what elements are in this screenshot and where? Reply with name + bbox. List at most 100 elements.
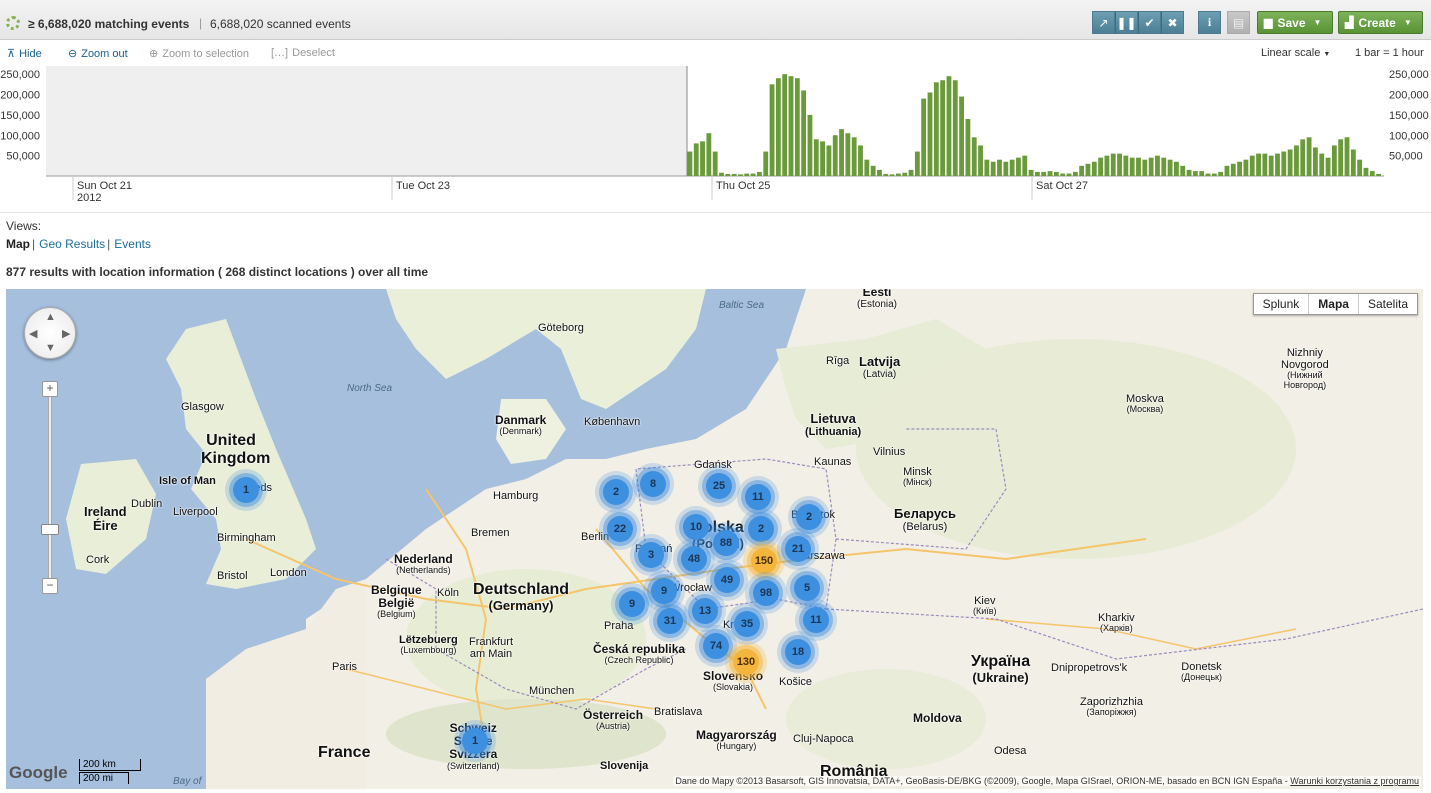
timeline-bar[interactable] xyxy=(750,173,756,176)
pan-down-icon[interactable]: ▼ xyxy=(45,342,56,354)
timeline-bar[interactable] xyxy=(744,173,750,176)
timeline-bar[interactable] xyxy=(820,141,825,176)
pan-right-icon[interactable]: ▶ xyxy=(62,327,70,340)
map-cluster[interactable]: 48 xyxy=(681,546,707,572)
timeline-bar[interactable] xyxy=(1009,159,1015,176)
map-cluster[interactable]: 8 xyxy=(640,471,666,497)
timeline-bar[interactable] xyxy=(927,92,933,176)
timeline-bar[interactable] xyxy=(1098,157,1103,176)
map-cluster[interactable]: 1 xyxy=(462,728,488,754)
timeline-bar[interactable] xyxy=(807,114,813,176)
map-cluster[interactable]: 25 xyxy=(706,473,732,499)
timeline-bar[interactable] xyxy=(1041,171,1047,176)
timeline-bar[interactable] xyxy=(1053,171,1059,176)
timeline-bar[interactable] xyxy=(1091,161,1097,176)
map-cluster[interactable]: 31 xyxy=(657,608,683,634)
map-cluster[interactable]: 11 xyxy=(745,484,771,510)
zoom-out-button[interactable]: − xyxy=(42,578,58,594)
timeline-bar[interactable] xyxy=(775,78,781,176)
timeline-bar[interactable] xyxy=(813,139,819,176)
cancel-button[interactable]: ✖ xyxy=(1161,11,1184,34)
timeline-bar[interactable] xyxy=(1287,149,1293,176)
timeline-bar[interactable] xyxy=(908,169,914,176)
timeline-bar[interactable] xyxy=(902,172,908,176)
map-cluster[interactable]: 130 xyxy=(733,649,759,675)
job-inspector-button[interactable]: i xyxy=(1198,11,1221,34)
timeline-bar[interactable] xyxy=(1237,161,1242,176)
deselect-link[interactable]: […] Deselect xyxy=(271,47,335,59)
timeline-bar[interactable] xyxy=(782,74,788,176)
timeline-chart[interactable]: 250,000 200,000 150,000 100,000 50,000 250,0… xyxy=(0,66,1431,206)
timeline-bar[interactable] xyxy=(971,137,977,176)
timeline-bar[interactable] xyxy=(725,173,731,176)
timeline-bar[interactable] xyxy=(1350,149,1356,176)
map-cluster[interactable]: 98 xyxy=(753,580,779,606)
timeline-bar[interactable] xyxy=(788,76,794,176)
map-type-satelita[interactable]: Satelita xyxy=(1357,294,1417,314)
timeline-bar[interactable] xyxy=(700,141,705,176)
map-cluster[interactable]: 88 xyxy=(713,530,739,556)
timeline-bar[interactable] xyxy=(883,173,889,176)
timeline-bar[interactable] xyxy=(952,80,958,176)
timeline-bar[interactable] xyxy=(1313,147,1318,176)
timeline-bar[interactable] xyxy=(1376,173,1381,176)
map-type-mapa[interactable]: Mapa xyxy=(1308,294,1358,314)
map-cluster[interactable]: 2 xyxy=(748,516,774,542)
map-cluster[interactable]: 9 xyxy=(619,591,645,617)
timeline-bar[interactable] xyxy=(1072,171,1078,176)
timeline-bar[interactable] xyxy=(1167,159,1173,176)
create-button[interactable]: ▟ Create ▼ xyxy=(1338,11,1423,34)
timeline-bar[interactable] xyxy=(839,129,844,176)
view-events-tab[interactable]: Events xyxy=(114,237,151,251)
map-cluster[interactable]: 10 xyxy=(683,514,709,540)
timeline-bar[interactable] xyxy=(1110,153,1116,176)
timeline-bar[interactable] xyxy=(757,171,762,176)
pause-button[interactable]: ❚❚ xyxy=(1115,11,1138,34)
timeline-bar[interactable] xyxy=(1155,155,1160,176)
timeline-bar[interactable] xyxy=(978,145,983,176)
timeline-bar[interactable] xyxy=(1300,139,1306,176)
map-cluster[interactable]: 21 xyxy=(785,536,811,562)
timeline-bar[interactable] xyxy=(946,76,952,176)
map-cluster[interactable]: 49 xyxy=(714,567,740,593)
timeline-bar[interactable] xyxy=(826,145,832,176)
map-cluster[interactable]: 18 xyxy=(785,639,811,665)
timeline-bar[interactable] xyxy=(1275,153,1280,176)
timeline-bar[interactable] xyxy=(1180,165,1186,176)
timeline-bar[interactable] xyxy=(1211,173,1217,176)
map-cluster[interactable]: 2 xyxy=(603,479,629,505)
timeline-bar[interactable] xyxy=(1331,145,1337,176)
map-canvas[interactable]: Splunk Mapa Satelita ▲ ▼ ◀ ▶ + − North S… xyxy=(6,289,1423,789)
timeline-bar[interactable] xyxy=(1028,169,1034,176)
map-cluster[interactable]: 22 xyxy=(607,516,633,542)
pan-up-icon[interactable]: ▲ xyxy=(45,311,56,323)
map-cluster[interactable]: 9 xyxy=(651,578,677,604)
timeline-bar[interactable] xyxy=(940,80,946,176)
view-map-tab[interactable]: Map xyxy=(6,237,30,251)
timeline-bar[interactable] xyxy=(1281,151,1287,176)
timeline-bar[interactable] xyxy=(687,151,693,176)
timeline-bar[interactable] xyxy=(921,98,927,176)
timeline-bar[interactable] xyxy=(864,159,870,176)
timeline-bar[interactable] xyxy=(1344,137,1350,176)
timeline-bar[interactable] xyxy=(1186,169,1192,176)
timeline-bar[interactable] xyxy=(1243,159,1249,176)
timeline-bar[interactable] xyxy=(1205,173,1211,176)
timeline-bar[interactable] xyxy=(1079,165,1085,176)
timeline-bar[interactable] xyxy=(1174,161,1179,176)
timeline-bar[interactable] xyxy=(1016,157,1021,176)
timeline-bar[interactable] xyxy=(1003,161,1009,176)
timeline-bar[interactable] xyxy=(1306,137,1312,176)
timeline-bar[interactable] xyxy=(832,135,838,176)
timeline-bar[interactable] xyxy=(693,143,699,176)
timeline-bar[interactable] xyxy=(1218,171,1224,176)
terms-link[interactable]: Warunki korzystania z programu xyxy=(1290,776,1419,786)
map-cluster[interactable]: 150 xyxy=(751,548,777,574)
timeline-bar[interactable] xyxy=(1047,171,1053,176)
timeline-bar[interactable] xyxy=(1262,153,1268,176)
timeline-bar[interactable] xyxy=(858,145,863,176)
timeline-bar[interactable] xyxy=(933,82,939,176)
timeline-bar[interactable] xyxy=(763,151,769,176)
timeline-bar[interactable] xyxy=(1199,171,1205,176)
timeline-bar[interactable] xyxy=(889,174,895,176)
